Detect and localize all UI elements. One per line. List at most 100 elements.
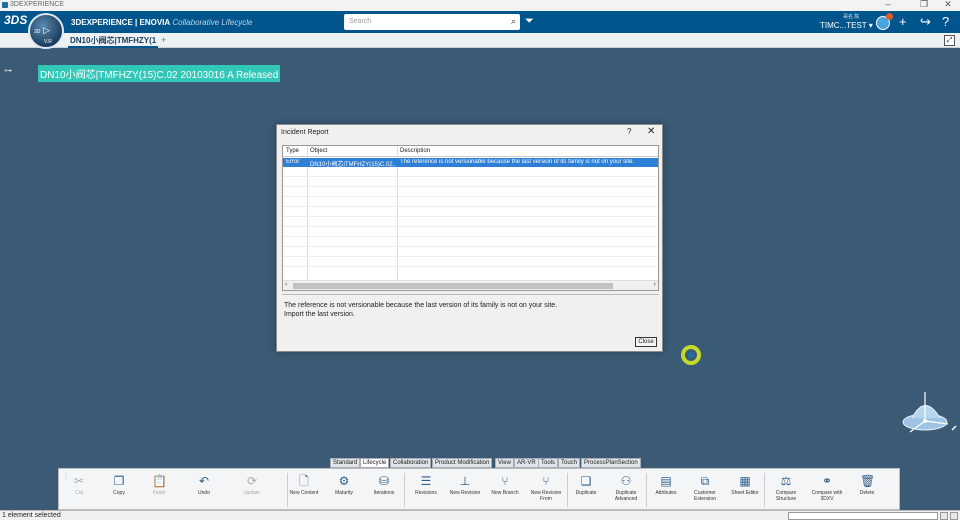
- tab-lifecycle[interactable]: Lifecycle: [360, 458, 390, 468]
- maturity-command[interactable]: ⚙ Maturity: [324, 472, 364, 510]
- column-header-description[interactable]: Description: [400, 148, 430, 154]
- row-divider: [283, 186, 658, 187]
- tab-document[interactable]: DN10小阀芯|TMFHZY(1: [68, 34, 159, 48]
- customer-extension-command[interactable]: ⧉ Customer Extension: [685, 472, 725, 510]
- brand-title: 3DEXPERIENCE | ENOVIA Collaborative Life…: [71, 18, 252, 27]
- compare-structure-icon: ⚖: [780, 474, 792, 488]
- tab-tools[interactable]: Tools: [538, 458, 559, 468]
- incident-report-dialog: Incident Report ? ✕ Type Object Descript…: [276, 124, 663, 352]
- command-label: Maturity: [335, 490, 353, 496]
- toolbar-separator: [764, 473, 765, 507]
- minimize-button[interactable]: –: [878, 0, 898, 9]
- revisions-command[interactable]: ☰ Revisions: [406, 472, 446, 510]
- command-label: New Revision From: [530, 490, 562, 502]
- duplicate-advanced-command[interactable]: ⚇ Duplicate Advanced: [606, 472, 646, 510]
- compare-structure-command[interactable]: ⚖ Compare Structure: [766, 472, 806, 510]
- command-label: Duplicate Advanced: [614, 490, 638, 502]
- tab-process-plan-section[interactable]: ProcessPlanSection: [581, 458, 641, 468]
- user-menu[interactable]: TIMC...TEST ▾: [820, 21, 873, 30]
- horizontal-scrollbar[interactable]: ‹ ›: [283, 280, 658, 290]
- dialog-close-icon[interactable]: ✕: [647, 126, 655, 137]
- user-display-name: 哥名 陈: [843, 14, 860, 20]
- customer-extension-icon: ⧉: [700, 474, 710, 488]
- window-title: 3DEXPERIENCE: [10, 1, 65, 8]
- new-content-command[interactable]: 🗋 New Content: [284, 472, 324, 510]
- row-divider: [283, 226, 658, 227]
- attributes-command[interactable]: ▤ Attributes: [646, 472, 686, 510]
- power-input[interactable]: [788, 512, 938, 520]
- column-header-type[interactable]: Type: [286, 148, 299, 154]
- toolbar-separator: [287, 473, 288, 507]
- scissors-command[interactable]: ✂ Cut: [59, 472, 99, 510]
- add-tab-icon[interactable]: +: [161, 35, 166, 45]
- tag-icon[interactable]: ⏷: [525, 15, 534, 28]
- table-header: Type Object Description: [283, 146, 658, 157]
- cell-description: The reference is not versionable because…: [400, 159, 635, 165]
- new-branch-icon: ⑂: [501, 474, 509, 488]
- sheet-editor-command[interactable]: ▦ Sheet Editor: [725, 472, 765, 510]
- compass-vr-label: V.R: [44, 39, 52, 45]
- cell-object: DN10小阀芯|TMFHZY(15)C.02...: [310, 162, 396, 168]
- row-divider: [283, 206, 658, 207]
- update-command[interactable]: ⟳ Update: [232, 472, 272, 510]
- undo-command[interactable]: ↶ Undo: [184, 472, 224, 510]
- scrollbar-thumb[interactable]: [293, 283, 613, 289]
- command-label: Attributes: [655, 490, 677, 496]
- window-close-button[interactable]: ✕: [938, 0, 958, 10]
- command-label: Customer Extension: [694, 490, 716, 502]
- trash-command[interactable]: 🗑 Delete: [847, 472, 887, 510]
- status-button[interactable]: [950, 512, 958, 520]
- compass-3d-label: 3D: [34, 29, 41, 35]
- copy-command[interactable]: ❐ Copy: [99, 472, 139, 510]
- update-icon: ⟳: [246, 474, 258, 488]
- incident-message: The reference is not versionable because…: [282, 294, 659, 332]
- tab-touch[interactable]: Touch: [558, 458, 581, 468]
- maximize-button[interactable]: ❐: [914, 0, 934, 10]
- tab-collaboration[interactable]: Collaboration: [390, 458, 432, 468]
- new-revision-from-icon: ⑂: [542, 474, 550, 488]
- status-bar: 1 element selected: [0, 510, 960, 520]
- column-header-object[interactable]: Object: [310, 148, 327, 154]
- robot-cursor-icon[interactable]: [681, 345, 701, 365]
- iterations-icon: ⛁: [378, 474, 390, 488]
- cell-type: Error: [286, 159, 300, 165]
- axis-compass-icon[interactable]: [898, 388, 958, 440]
- tab-view[interactable]: View: [495, 458, 514, 468]
- close-button[interactable]: Close: [635, 337, 657, 347]
- search-icon[interactable]: ⌕: [511, 16, 516, 27]
- help-icon[interactable]: ?: [942, 14, 949, 29]
- tab-product-modification[interactable]: Product Modification: [432, 458, 493, 468]
- tree-node-selected[interactable]: DN10小阀芯|TMFHZY(15)C.02 20103016 A Releas…: [38, 65, 281, 82]
- new-branch-command[interactable]: ⑂ New Branch: [485, 472, 525, 510]
- command-label: Paste: [152, 490, 166, 496]
- row-divider: [283, 266, 658, 267]
- status-button[interactable]: [940, 512, 948, 520]
- compass-widget[interactable]: 3D ▷ V.R: [28, 13, 64, 49]
- scroll-right-icon[interactable]: ›: [654, 281, 656, 288]
- notification-badge: [886, 13, 893, 20]
- dialog-help-icon[interactable]: ?: [627, 127, 631, 136]
- tree-root-icon[interactable]: ⊶: [4, 66, 12, 75]
- undo-icon: ↶: [198, 474, 210, 488]
- tab-ar-vr[interactable]: AR-VR: [514, 458, 539, 468]
- command-label: Revisions: [415, 490, 437, 496]
- table-row[interactable]: Error DN10小阀芯|TMFHZY(15)C.02... The refe…: [283, 158, 658, 168]
- expand-icon[interactable]: ⤢: [944, 35, 955, 46]
- search-input[interactable]: Search ⌕: [344, 14, 520, 30]
- iterations-command[interactable]: ⛁ Iterations: [364, 472, 404, 510]
- command-label: Duplicate: [575, 490, 597, 496]
- copy-icon: ❐: [113, 474, 125, 488]
- trash-icon: 🗑: [860, 474, 876, 488]
- compare-3dxv-command[interactable]: ⚭ Compare with 3DXV: [807, 472, 847, 510]
- tab-standard[interactable]: Standard: [330, 458, 361, 468]
- new-revision-from-command[interactable]: ⑂ New Revision From: [526, 472, 566, 510]
- share-icon[interactable]: ↪: [920, 14, 931, 30]
- row-divider: [283, 176, 658, 177]
- paste-command[interactable]: 📋 Paste: [139, 472, 179, 510]
- message-line-1: The reference is not versionable because…: [284, 302, 558, 309]
- new-revision-command[interactable]: ⊥ New Revision: [445, 472, 485, 510]
- add-icon[interactable]: +: [899, 14, 907, 29]
- scroll-left-icon[interactable]: ‹: [285, 281, 287, 288]
- attributes-icon: ▤: [660, 474, 672, 488]
- duplicate-command[interactable]: ❏ Duplicate: [566, 472, 606, 510]
